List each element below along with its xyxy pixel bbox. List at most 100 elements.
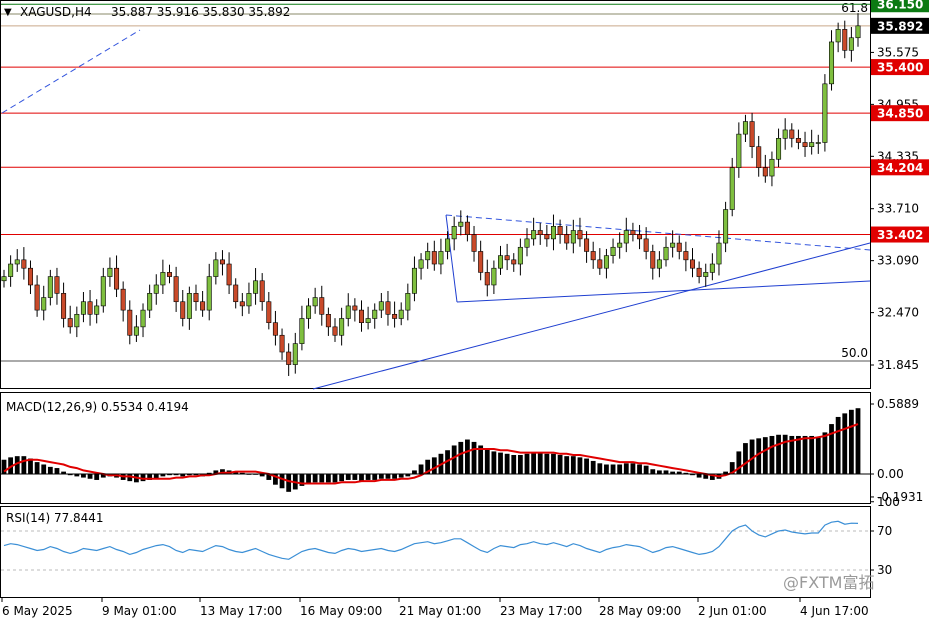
level-lines — [1, 3, 870, 236]
macd-bar — [87, 474, 93, 479]
dashed-trendline-upper — [1, 29, 141, 114]
watermark: @FXTM富拓 — [783, 573, 874, 592]
candle-body — [815, 142, 821, 144]
candle-body — [749, 121, 755, 147]
candle-body — [332, 326, 338, 336]
level-tag-label: 34.850 — [877, 107, 923, 121]
candle-body — [358, 309, 364, 323]
macd-bar — [81, 474, 86, 478]
candle-body — [597, 259, 603, 269]
candle-body — [491, 267, 497, 286]
candle-body — [213, 259, 219, 277]
candle-body — [656, 259, 662, 269]
candle-body — [471, 234, 477, 252]
macd-bar — [796, 435, 801, 474]
candle-body — [246, 293, 252, 307]
candle-body — [286, 351, 292, 365]
candle-body — [87, 301, 93, 315]
candle-body — [537, 230, 543, 235]
price-axis: 36.10535.57534.95534.33533.71033.09032.4… — [870, 1, 919, 372]
macd-bar — [345, 474, 351, 480]
candle-body — [484, 272, 490, 286]
candle-body — [133, 326, 139, 336]
macd-bar — [312, 474, 318, 483]
candle-body — [21, 259, 27, 269]
macd-bar — [21, 456, 27, 474]
macd-bar — [544, 453, 550, 474]
candle-body — [590, 251, 596, 261]
macd-bar — [610, 464, 616, 474]
candle-body — [385, 301, 391, 315]
candle-body — [451, 226, 457, 240]
macd-bar — [769, 435, 775, 474]
candle-body — [663, 246, 669, 261]
candle-body — [610, 246, 616, 256]
macd-bar — [590, 460, 596, 474]
candle-body — [186, 293, 192, 319]
candle-body — [226, 263, 232, 286]
collapse-triangle-icon[interactable]: ▼ — [4, 7, 12, 18]
candle-body — [325, 313, 331, 328]
macd-bar — [822, 432, 828, 474]
level-tag-label: 35.892 — [877, 19, 923, 33]
rsi-tick-label: 100 — [877, 495, 900, 509]
candle-body — [418, 259, 424, 269]
candle-body — [233, 284, 239, 303]
macd-bar — [577, 457, 583, 474]
macd-bar — [458, 441, 464, 474]
candle-body — [464, 221, 470, 235]
candle-body — [683, 251, 689, 261]
candle-body — [1, 276, 7, 282]
macd-bar — [842, 413, 848, 474]
candle-body — [637, 234, 643, 240]
candle-body — [703, 272, 709, 277]
macd-bar — [557, 454, 563, 474]
candle-body — [292, 343, 298, 365]
rsi-tick-label: 30 — [877, 563, 892, 577]
macd-bar — [34, 462, 40, 474]
macd-bar — [352, 474, 358, 480]
candle-body — [173, 276, 179, 303]
candle-body — [167, 272, 173, 277]
macd-bar — [564, 456, 570, 474]
candle-body — [544, 234, 550, 240]
macd-bar — [286, 474, 292, 492]
macd-bar — [385, 474, 391, 479]
macd-bar — [412, 470, 417, 474]
macd-bar — [306, 474, 311, 484]
macd-bar — [372, 474, 378, 480]
rsi-pane-frame — [0, 506, 871, 598]
candle-body — [835, 29, 841, 43]
time-tick-label: 2 Jun 01:00 — [698, 604, 767, 618]
candle-body — [438, 251, 444, 265]
macd-bar — [319, 474, 325, 483]
level-tag-label: 35.400 — [877, 61, 923, 75]
candle-body — [630, 230, 636, 235]
candle-body — [716, 242, 722, 265]
candle-body — [206, 276, 212, 311]
candle-body — [259, 280, 265, 303]
candle-body — [239, 301, 245, 307]
candle-body — [623, 230, 629, 244]
candle-body — [498, 255, 504, 269]
macd-bar — [484, 449, 490, 474]
candle-body — [339, 318, 345, 336]
macd-bar — [815, 437, 821, 474]
time-tick-label: 6 May 2025 — [2, 604, 73, 618]
macd-bar — [325, 474, 331, 483]
macd-bar — [339, 474, 345, 482]
macd-bar — [736, 451, 742, 474]
macd-bar — [524, 453, 530, 474]
candle-body — [458, 221, 464, 227]
level-tag-label: 34.204 — [877, 161, 923, 175]
candle-body — [617, 242, 623, 248]
candle-body — [411, 267, 417, 294]
macd-bar — [41, 464, 47, 474]
candle-body — [829, 41, 835, 85]
candle-body — [425, 251, 431, 261]
macd-bar — [696, 474, 702, 478]
macd-bar — [471, 441, 477, 474]
candle-body — [34, 284, 40, 311]
candle-body — [531, 230, 537, 240]
fib-50-label: 50.0 — [841, 346, 868, 360]
